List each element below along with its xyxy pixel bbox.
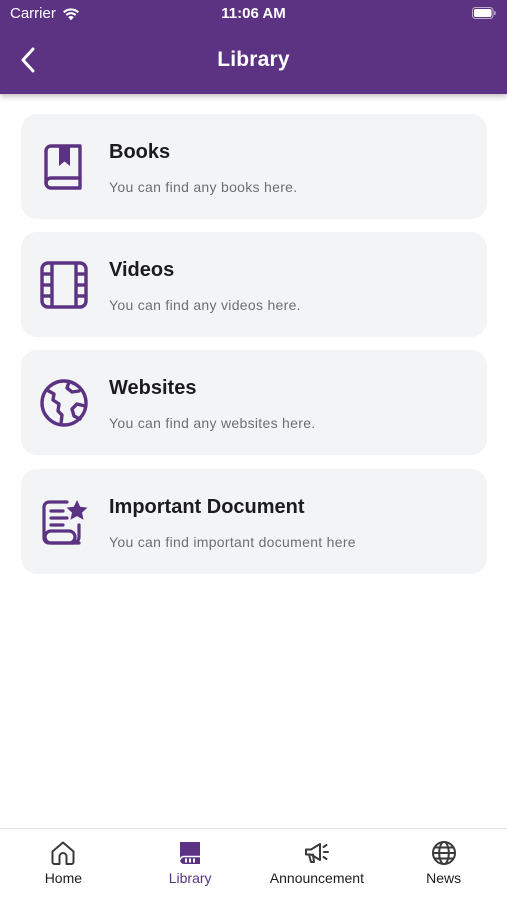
card-title: Websites <box>109 377 197 399</box>
page-title: Library <box>217 48 290 71</box>
tab-library[interactable]: Library <box>127 829 254 901</box>
navigation-bar: Library <box>0 28 507 94</box>
status-time: 11:06 AM <box>221 5 286 22</box>
document-star-icon <box>39 497 89 547</box>
tab-label: News <box>426 870 462 886</box>
library-card-books[interactable]: Books You can find any books here. <box>21 114 487 219</box>
card-title: Books <box>109 141 171 163</box>
home-icon <box>49 839 77 867</box>
card-subtitle: You can find any videos here. <box>109 297 301 313</box>
status-bar: Carrier 11:06 AM <box>0 0 507 28</box>
card-title: Important Document <box>109 496 305 518</box>
card-title: Videos <box>109 259 175 281</box>
tab-label: Announcement <box>269 870 364 886</box>
app-header: Carrier 11:06 AM Library <box>0 0 507 94</box>
card-subtitle: You can find important document here <box>109 534 356 550</box>
globe-icon <box>39 378 89 428</box>
bottom-tab-bar: Home Library Announcement News <box>0 828 507 901</box>
book-icon <box>39 142 89 192</box>
library-card-important-document[interactable]: Important Document You can find importan… <box>21 469 487 574</box>
card-subtitle: You can find any books here. <box>109 179 298 195</box>
tab-label: Home <box>44 870 83 886</box>
megaphone-icon <box>303 839 331 867</box>
tab-news[interactable]: News <box>380 829 507 901</box>
tab-announcement[interactable]: Announcement <box>254 829 381 901</box>
tab-label: Library <box>168 870 212 886</box>
battery-icon <box>472 7 496 19</box>
library-card-videos[interactable]: Videos You can find any videos here. <box>21 232 487 337</box>
library-card-websites[interactable]: Websites You can find any websites here. <box>21 350 487 455</box>
library-book-icon <box>176 839 204 867</box>
tab-home[interactable]: Home <box>0 829 127 901</box>
card-subtitle: You can find any websites here. <box>109 415 316 431</box>
film-icon <box>39 260 89 310</box>
globe-icon <box>430 839 458 867</box>
